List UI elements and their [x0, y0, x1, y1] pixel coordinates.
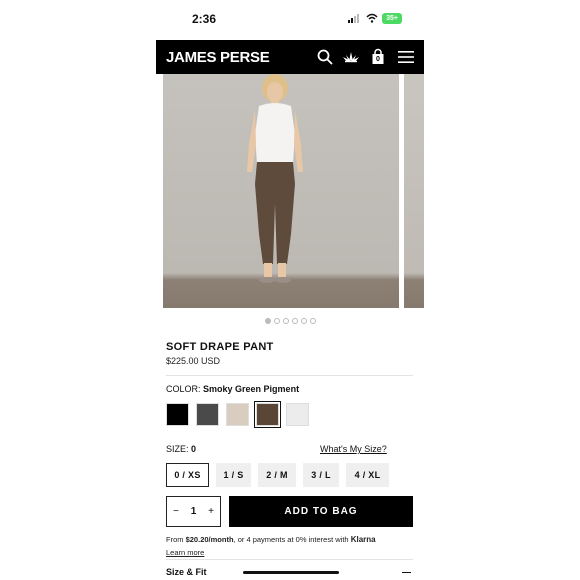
klarna-suffix: , or 4 payments at 0% interest with	[233, 535, 349, 544]
home-indicator[interactable]	[243, 571, 339, 574]
color-value: Smoky Green Pigment	[203, 384, 300, 394]
gallery-pagination[interactable]	[265, 318, 316, 324]
signal-icon	[348, 14, 359, 23]
brand-logo[interactable]: JAMES PERSE	[166, 49, 270, 66]
size-label: SIZE: 0	[166, 444, 196, 454]
next-photo-preview[interactable]	[404, 74, 424, 308]
size-option[interactable]: 1 / S	[216, 463, 251, 487]
whats-my-size-link[interactable]: What's My Size?	[320, 444, 387, 454]
size-option[interactable]: 4 / XL	[346, 463, 389, 487]
status-time: 2:36	[192, 12, 217, 26]
bag-icon[interactable]: 0	[369, 48, 387, 66]
klarna-message: From $20.20/month, or 4 payments at 0% i…	[166, 535, 376, 544]
wifi-icon	[366, 13, 378, 23]
divider	[166, 559, 413, 560]
size-options: 0 / XS 1 / S 2 / M 3 / L 4 / XL	[166, 463, 389, 487]
color-swatch-charcoal[interactable]	[196, 403, 219, 426]
size-label-text: SIZE:	[166, 444, 189, 454]
lotus-icon[interactable]	[342, 48, 360, 66]
search-icon[interactable]	[316, 48, 334, 66]
phone-screen: 2:36 35+ JAMES PERSE 0 SOFT DRAPE PANT $…	[156, 0, 424, 580]
gallery-dot[interactable]	[292, 318, 298, 324]
gallery-dot[interactable]	[265, 318, 271, 324]
quantity-value[interactable]: 1	[191, 506, 197, 517]
add-to-bag-button[interactable]: ADD TO BAG	[229, 496, 413, 527]
size-value: 0	[191, 444, 197, 454]
size-option[interactable]: 3 / L	[303, 463, 339, 487]
menu-icon[interactable]	[397, 48, 415, 66]
quantity-stepper: − 1 +	[166, 496, 221, 527]
color-label: COLOR: Smoky Green Pigment	[166, 384, 299, 394]
gallery-dot[interactable]	[301, 318, 307, 324]
status-bar: 2:36 35+	[156, 0, 424, 40]
product-price: $225.00 USD	[166, 356, 221, 366]
collapse-icon[interactable]	[402, 572, 411, 573]
color-swatch-smoky-green-pigment[interactable]	[254, 401, 281, 428]
quantity-increase-button[interactable]: +	[208, 506, 214, 517]
size-option[interactable]: 0 / XS	[166, 463, 209, 487]
klarna-prefix: From	[166, 535, 184, 544]
size-fit-accordion[interactable]: Size & Fit	[166, 567, 207, 577]
gallery-dot[interactable]	[283, 318, 289, 324]
size-option[interactable]: 2 / M	[258, 463, 296, 487]
bag-count: 0	[376, 56, 380, 63]
divider	[166, 375, 413, 376]
battery-icon: 35+	[382, 13, 402, 24]
site-header: JAMES PERSE 0	[156, 40, 424, 74]
color-swatch-beige[interactable]	[226, 403, 249, 426]
model-illustration	[247, 74, 303, 283]
klarna-logo: Klarna	[350, 535, 376, 544]
color-label-text: COLOR:	[166, 384, 201, 394]
quantity-decrease-button[interactable]: −	[173, 506, 179, 517]
learn-more-link[interactable]: Learn more	[166, 548, 204, 557]
product-title: SOFT DRAPE PANT	[166, 341, 274, 353]
product-photo[interactable]	[163, 74, 399, 308]
gallery-dot[interactable]	[274, 318, 280, 324]
color-swatches	[166, 401, 309, 428]
klarna-amount: $20.20/month	[185, 535, 234, 544]
product-gallery[interactable]	[156, 74, 424, 308]
color-swatch-white[interactable]	[286, 403, 309, 426]
color-swatch-black[interactable]	[166, 403, 189, 426]
gallery-dot[interactable]	[310, 318, 316, 324]
